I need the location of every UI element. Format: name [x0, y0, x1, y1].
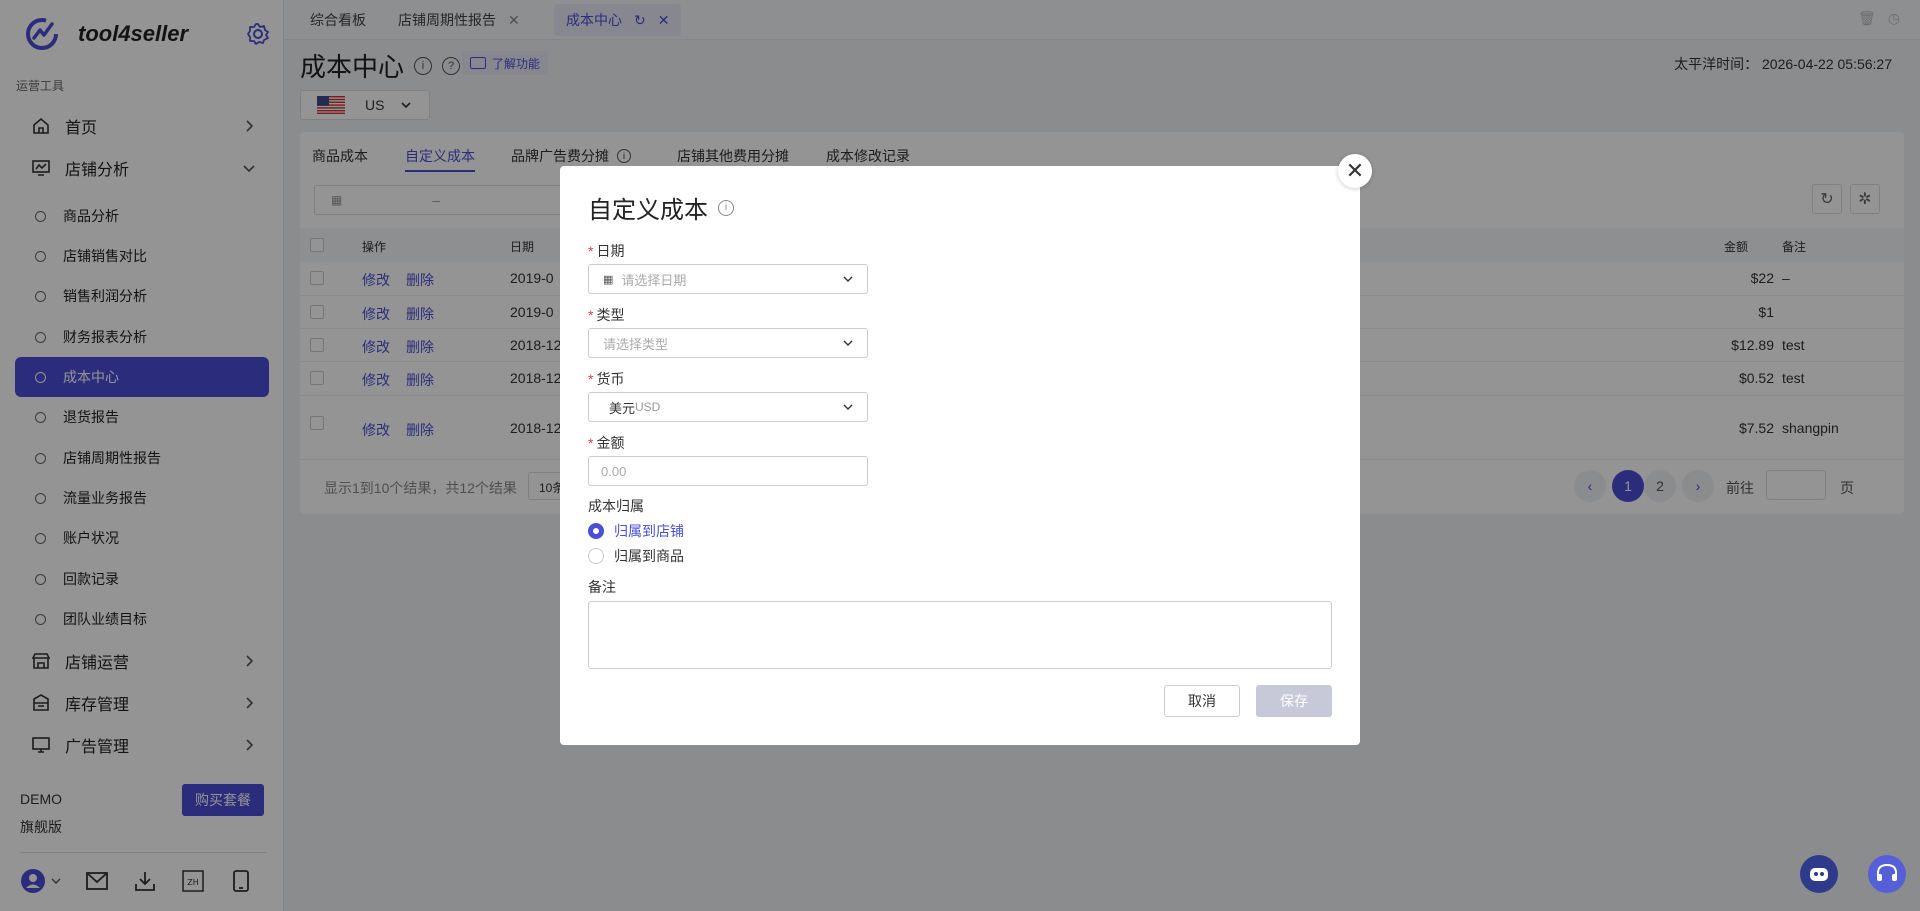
currency-value: 美元 — [609, 400, 636, 416]
type-label: * 类型 — [588, 305, 624, 325]
amount-input[interactable]: 0.00 — [588, 456, 868, 486]
remark-textarea[interactable] — [588, 601, 1332, 669]
type-label-text: 类型 — [596, 307, 625, 323]
radio-button[interactable] — [588, 548, 604, 564]
chevron-down-icon — [843, 404, 853, 410]
amount-label: * 金额 — [588, 433, 624, 453]
currency-label: * 货币 — [588, 369, 624, 389]
remark-label: 备注 — [588, 579, 616, 595]
currency-select[interactable]: 美元 USD — [588, 392, 868, 422]
type-placeholder: 请选择类型 — [603, 336, 669, 352]
chatbot-button[interactable] — [1800, 855, 1838, 893]
robot-icon — [1810, 868, 1828, 881]
radio-button[interactable] — [588, 523, 604, 539]
required-mark: * — [588, 371, 594, 387]
calendar-icon: ▦ — [603, 273, 614, 286]
headset-icon — [1877, 863, 1897, 881]
required-mark: * — [588, 435, 594, 451]
date-picker[interactable]: ▦ 请选择日期 — [588, 264, 868, 294]
close-icon: ✕ — [1345, 158, 1365, 183]
required-mark: * — [588, 243, 594, 259]
chevron-down-icon — [843, 276, 853, 282]
save-button[interactable]: 保存 — [1256, 685, 1332, 717]
required-mark: * — [588, 307, 594, 323]
date-label-text: 日期 — [596, 243, 625, 259]
date-placeholder: 请选择日期 — [621, 272, 687, 288]
radio-label: 归属到店铺 — [614, 523, 684, 539]
custom-cost-modal: 自定义成本 i * 日期 ▦ 请选择日期 * 类型 请选择类型 * 货币 美元 USD … — [560, 166, 1360, 745]
info-icon[interactable]: i — [718, 199, 734, 216]
modal-title: 自定义成本 i — [588, 190, 734, 225]
close-modal-button[interactable]: ✕ — [1338, 154, 1372, 188]
chevron-down-icon — [843, 340, 853, 346]
amount-label-text: 金额 — [596, 435, 625, 451]
attribution-label: 成本归属 — [588, 498, 644, 514]
currency-unit: USD — [635, 400, 661, 414]
radio-label: 归属到商品 — [614, 548, 684, 564]
date-label: * 日期 — [588, 241, 624, 261]
currency-label-text: 货币 — [596, 371, 625, 387]
modal-title-text: 自定义成本 — [588, 197, 708, 224]
type-select[interactable]: 请选择类型 — [588, 328, 868, 358]
amount-placeholder: 0.00 — [601, 463, 627, 479]
support-button[interactable] — [1868, 855, 1906, 893]
radio-attr-product[interactable]: 归属到商品 — [588, 546, 684, 566]
cancel-button[interactable]: 取消 — [1164, 685, 1240, 717]
radio-attr-store[interactable]: 归属到店铺 — [588, 521, 684, 541]
